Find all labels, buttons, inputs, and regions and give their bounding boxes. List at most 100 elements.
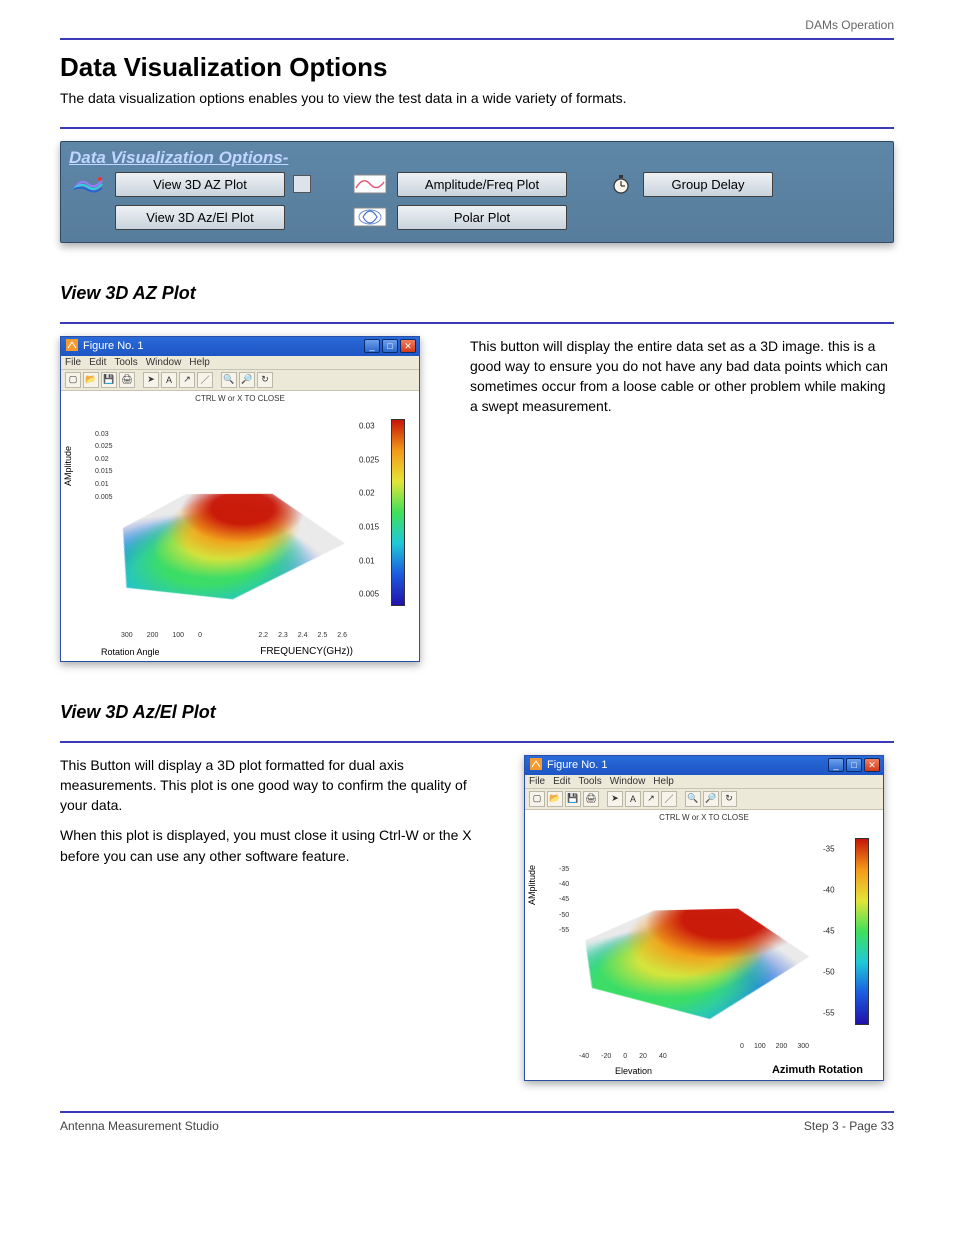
figure-window-1: Figure No. 1 _ □ ✕ File Edit Tools Windo…: [60, 336, 420, 662]
z-tick: -40: [559, 877, 569, 892]
x1-tick: 40: [659, 1053, 667, 1060]
menu-window[interactable]: Window: [610, 776, 646, 787]
pointer-icon[interactable]: ➤: [143, 372, 159, 388]
section-divider-2: [60, 322, 894, 324]
text-icon[interactable]: A: [625, 791, 641, 807]
menu-tools[interactable]: Tools: [578, 776, 601, 787]
menu-tools[interactable]: Tools: [114, 357, 137, 368]
maximize-button[interactable]: □: [846, 758, 862, 772]
zoom-out-icon[interactable]: 🔎: [239, 372, 255, 388]
group-delay-button[interactable]: Group Delay: [643, 172, 773, 197]
text-icon[interactable]: A: [161, 372, 177, 388]
options-col-1: View 3D AZ Plot View 3D Az/El Plot: [69, 172, 311, 230]
polar-plot-button[interactable]: Polar Plot: [397, 205, 567, 230]
section-desc: The data visualization options enables y…: [60, 89, 894, 109]
x2-axis-label: Azimuth Rotation: [772, 1064, 863, 1076]
sub2-paragraph-1: This Button will display a 3D plot forma…: [60, 755, 484, 816]
sub2-paragraph-2: When this plot is displayed, you must cl…: [60, 825, 484, 866]
open-icon[interactable]: 📂: [83, 372, 99, 388]
x2-tick: 100: [754, 1043, 766, 1050]
menu-help[interactable]: Help: [653, 776, 674, 787]
menu-file[interactable]: File: [529, 776, 545, 787]
menu-edit[interactable]: Edit: [553, 776, 570, 787]
subsection-title-3dazel: View 3D Az/El Plot: [60, 702, 894, 723]
line-icon[interactable]: ／: [197, 372, 213, 388]
x2-axis-label: FREQUENCY(GHz)): [260, 646, 353, 657]
x1-tick: -40: [579, 1053, 589, 1060]
z-tick: 0.02: [95, 454, 113, 467]
z-tick: 0.03: [95, 429, 113, 442]
menu-edit[interactable]: Edit: [89, 357, 106, 368]
menu-help[interactable]: Help: [189, 357, 210, 368]
new-icon[interactable]: ▢: [529, 791, 545, 807]
colorbar: [391, 419, 405, 606]
z-tick: -55: [559, 923, 569, 938]
options-col-2: Amplitude/Freq Plot Polar Plot: [351, 172, 567, 230]
figure-app-icon: [66, 339, 78, 354]
colorbar-ticks: 0.03 0.025 0.02 0.015 0.01 0.005: [359, 419, 389, 606]
view-3d-az-plot-button[interactable]: View 3D AZ Plot: [115, 172, 285, 197]
x1-axis-label: Rotation Angle: [101, 647, 160, 657]
figure-canvas: CTRL W or X TO CLOSE 0.03 0.025 0.02 0.0…: [61, 391, 419, 661]
z-tick: -50: [559, 908, 569, 923]
options-col-3: Group Delay: [607, 172, 773, 197]
zoom-in-icon[interactable]: 🔍: [221, 372, 237, 388]
arrow-icon[interactable]: ↗: [643, 791, 659, 807]
x2-tick: 2.6: [337, 632, 347, 639]
print-icon[interactable]: 🖨: [583, 791, 599, 807]
x2-tick: 2.2: [258, 632, 268, 639]
minimize-button[interactable]: _: [364, 339, 380, 353]
view-3d-az-plot-checkbox[interactable]: [293, 175, 311, 193]
z-tick: 0.01: [95, 479, 113, 492]
arrow-icon[interactable]: ↗: [179, 372, 195, 388]
save-icon[interactable]: 💾: [565, 791, 581, 807]
footer-right: Step 3 - Page 33: [804, 1119, 894, 1133]
section-title: Data Visualization Options: [60, 52, 894, 83]
panel-title: Data Visualization Options-: [69, 148, 885, 168]
header-divider: [60, 38, 894, 40]
close-button[interactable]: ✕: [864, 758, 880, 772]
z-tick: 0.005: [95, 492, 113, 505]
colorbar-ticks: -35 -40 -45 -50 -55: [823, 838, 853, 1025]
minimize-button[interactable]: _: [828, 758, 844, 772]
x1-tick: 200: [147, 632, 159, 639]
x2-tick: 2.5: [318, 632, 328, 639]
zoom-in-icon[interactable]: 🔍: [685, 791, 701, 807]
menu-window[interactable]: Window: [146, 357, 182, 368]
figure-menubar: File Edit Tools Window Help: [525, 775, 883, 789]
line-plot-icon: [351, 173, 389, 195]
save-icon[interactable]: 💾: [101, 372, 117, 388]
z-tick: -45: [559, 892, 569, 907]
rotate-icon[interactable]: ↻: [721, 791, 737, 807]
section-divider-3: [60, 741, 894, 743]
page-footer: Antenna Measurement Studio Step 3 - Page…: [60, 1111, 894, 1133]
zoom-out-icon[interactable]: 🔎: [703, 791, 719, 807]
data-viz-options-panel: Data Visualization Options- View 3D AZ P…: [60, 141, 894, 243]
figure-window-2: Figure No. 1 _ □ ✕ File Edit Tools Windo…: [524, 755, 884, 1081]
figure-app-icon: [530, 758, 542, 773]
open-icon[interactable]: 📂: [547, 791, 563, 807]
maximize-button[interactable]: □: [382, 339, 398, 353]
stopwatch-icon: [607, 173, 635, 195]
figure-titlebar[interactable]: Figure No. 1 _ □ ✕: [61, 337, 419, 356]
pointer-icon[interactable]: ➤: [607, 791, 623, 807]
z-axis-label: AMplitude: [527, 865, 537, 905]
x1-tick: 0: [623, 1053, 627, 1060]
new-icon[interactable]: ▢: [65, 372, 81, 388]
amplitude-freq-plot-button[interactable]: Amplitude/Freq Plot: [397, 172, 567, 197]
rotate-icon[interactable]: ↻: [257, 372, 273, 388]
close-button[interactable]: ✕: [400, 339, 416, 353]
line-icon[interactable]: ／: [661, 791, 677, 807]
colorbar: [855, 838, 869, 1025]
view-3d-azel-plot-button[interactable]: View 3D Az/El Plot: [115, 205, 285, 230]
print-icon[interactable]: 🖨: [119, 372, 135, 388]
spacer-icon: [69, 206, 107, 228]
x2-tick: 300: [797, 1043, 809, 1050]
figure-titlebar[interactable]: Figure No. 1 _ □ ✕: [525, 756, 883, 775]
z-tick: 0.015: [95, 466, 113, 479]
footer-left: Antenna Measurement Studio: [60, 1119, 219, 1133]
figure-title: Figure No. 1: [547, 759, 608, 771]
menu-file[interactable]: File: [65, 357, 81, 368]
x1-tick: -20: [601, 1053, 611, 1060]
figure-toolbar: ▢ 📂 💾 🖨 ➤ A ↗ ／ 🔍 🔎 ↻: [525, 789, 883, 810]
